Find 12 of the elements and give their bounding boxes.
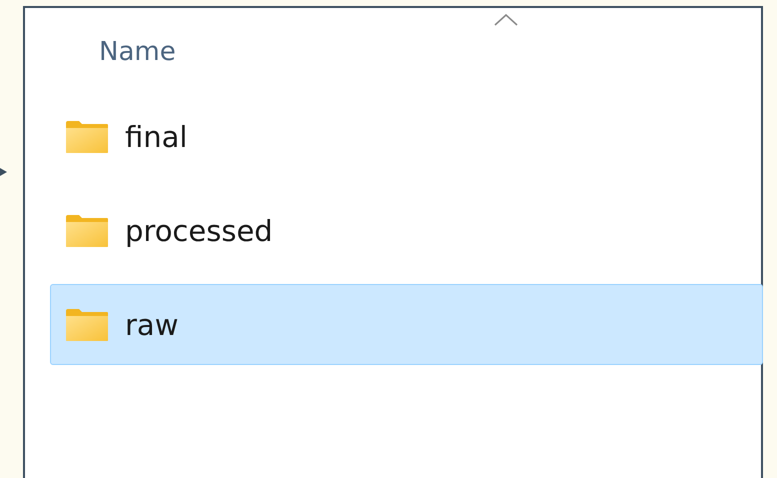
folder-icon — [65, 214, 109, 248]
folder-icon — [65, 308, 109, 342]
folder-row[interactable]: final — [50, 96, 763, 177]
folder-name: processed — [125, 214, 273, 248]
folder-row[interactable]: processed — [50, 190, 763, 271]
arrowhead-icon — [0, 167, 7, 177]
folder-name: raw — [125, 308, 178, 342]
folder-icon — [65, 120, 109, 154]
folder-name: final — [125, 120, 188, 154]
folder-row[interactable]: raw — [50, 284, 763, 365]
sort-caret-icon[interactable] — [494, 14, 518, 26]
column-header[interactable]: Name — [99, 37, 176, 67]
